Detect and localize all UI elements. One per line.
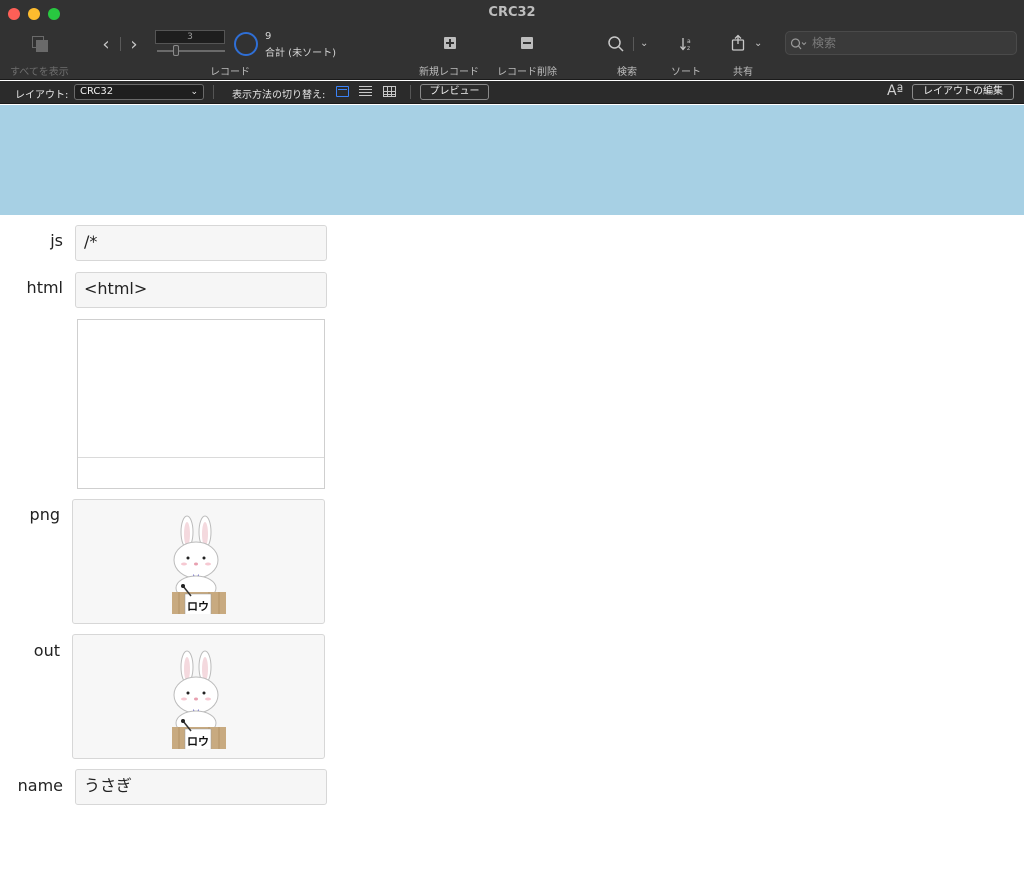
js-field-label: js <box>50 231 63 250</box>
current-record-field[interactable]: 3 <box>155 30 225 44</box>
png-container-field[interactable]: ロウ <box>72 499 325 624</box>
show-all-icon <box>32 36 50 54</box>
new-record-icon[interactable] <box>444 37 456 49</box>
png-field-label: png <box>29 505 60 524</box>
toolbar: CRC32 すべてを表示 ‹ › 3 レコード 9 合計 (未ソート) 新規レコ… <box>0 0 1024 80</box>
preview-button[interactable]: プレビュー <box>420 84 489 100</box>
html-field-label: html <box>26 278 63 297</box>
search-icon <box>790 36 808 55</box>
show-all-label: すべてを表示 <box>10 67 69 78</box>
view-as-list-icon[interactable] <box>359 86 372 97</box>
name-field[interactable]: うさぎ <box>75 769 327 805</box>
next-record-icon[interactable]: › <box>126 34 142 55</box>
name-field-label: name <box>17 776 63 795</box>
new-record-label[interactable]: 新規レコード <box>419 63 479 78</box>
share-chevron-down-icon[interactable]: ⌄ <box>754 38 762 49</box>
total-status: 合計 (未ソート) <box>265 48 336 59</box>
share-icon[interactable] <box>728 33 748 53</box>
record-slider[interactable] <box>157 50 225 52</box>
edit-layout-button[interactable]: レイアウトの編集 <box>912 84 1014 100</box>
view-as-form-icon[interactable] <box>336 86 349 97</box>
previous-record-icon[interactable]: ‹ <box>98 34 114 55</box>
find-label[interactable]: 検索 <box>617 63 637 78</box>
delete-record-label[interactable]: レコード削除 <box>497 63 557 78</box>
search-input[interactable] <box>812 35 1012 51</box>
find-chevron-down-icon[interactable]: ⌄ <box>640 38 648 49</box>
filemaker-window: CRC32 すべてを表示 ‹ › 3 レコード 9 合計 (未ソート) 新規レコ… <box>0 0 1024 873</box>
share-label[interactable]: 共有 <box>733 63 753 78</box>
window-title: CRC32 <box>488 5 536 20</box>
sort-label[interactable]: ソート <box>671 63 701 78</box>
record-label: レコード <box>210 67 250 78</box>
layout-label: レイアウト: <box>15 90 69 101</box>
record-slider-thumb[interactable] <box>173 45 179 56</box>
out-container-field[interactable]: ロウ <box>72 634 325 759</box>
found-set-pie-icon <box>234 32 258 56</box>
svg-text:z: z <box>687 45 690 52</box>
view-as-label: 表示方法の切り替え: <box>232 90 326 101</box>
delete-record-icon[interactable] <box>521 37 533 49</box>
layout-select-value: CRC32 <box>80 86 114 97</box>
js-field[interactable]: /* <box>75 225 327 261</box>
layout-bar: レイアウト: CRC32 ⌄ 表示方法の切り替え: プレビュー Aª レイアウト… <box>0 81 1024 104</box>
sort-icon[interactable]: az <box>677 34 697 54</box>
font-size-icon[interactable]: Aª <box>887 83 903 99</box>
rabbit-image: ロウ <box>172 650 226 749</box>
svg-text:a: a <box>687 38 691 45</box>
find-icon[interactable] <box>606 34 626 54</box>
svg-text:ロウ: ロウ <box>187 735 209 748</box>
out-field-label: out <box>33 641 60 660</box>
total-count: 9 <box>265 31 272 42</box>
chevron-down-icon: ⌄ <box>190 87 198 97</box>
view-as-table-icon[interactable] <box>383 86 396 97</box>
quick-find-search[interactable] <box>785 31 1017 55</box>
layout-header <box>0 105 1024 215</box>
html-field[interactable]: <html> <box>75 272 327 308</box>
rabbit-image: ロウ <box>172 515 226 614</box>
svg-text:ロウ: ロウ <box>187 600 209 613</box>
web-viewer[interactable] <box>77 319 325 489</box>
layout-select[interactable]: CRC32 ⌄ <box>74 84 204 100</box>
